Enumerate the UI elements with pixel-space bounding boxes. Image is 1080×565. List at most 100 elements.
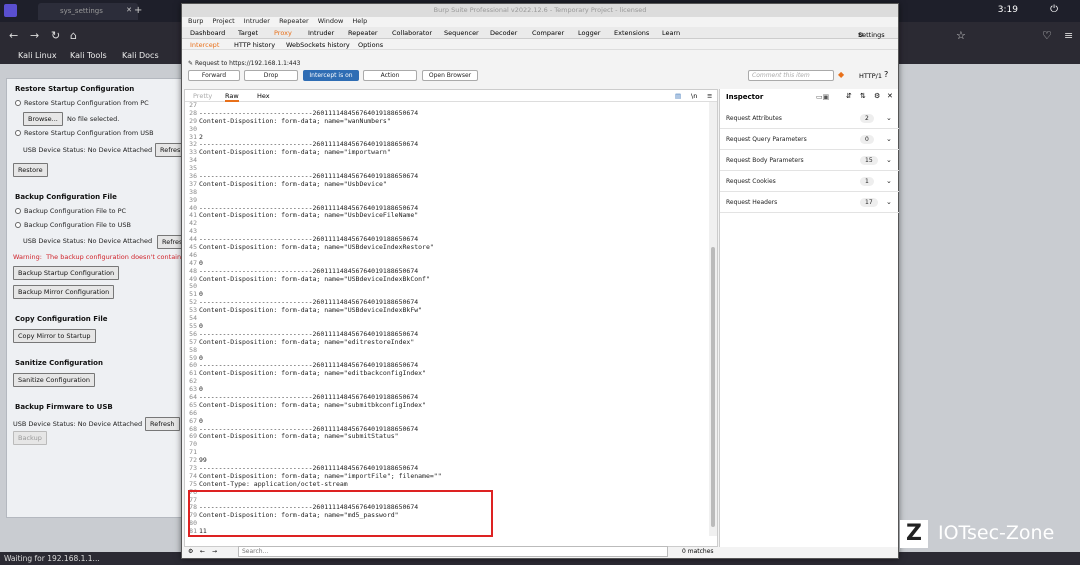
search-prev-icon[interactable]: ← bbox=[200, 548, 205, 555]
inspector-layout-icon[interactable]: ▭▣ bbox=[816, 93, 829, 101]
scrollbar-thumb[interactable] bbox=[711, 247, 715, 527]
tab-learn[interactable]: Learn bbox=[662, 29, 680, 37]
open-browser-button[interactable]: Open Browser bbox=[422, 70, 478, 81]
intercept-toggle[interactable]: Intercept is on bbox=[303, 70, 359, 81]
chevron-down-icon[interactable]: ⌄ bbox=[886, 198, 892, 206]
forward-icon[interactable]: → bbox=[30, 29, 39, 42]
radio-restore-pc[interactable] bbox=[15, 100, 21, 106]
power-icon[interactable]: ⏻ bbox=[1050, 4, 1058, 15]
chevron-down-icon[interactable]: ⌄ bbox=[886, 135, 892, 143]
radio-backup-pc[interactable] bbox=[15, 208, 21, 214]
drop-button[interactable]: Drop bbox=[244, 70, 298, 81]
code-line: 75 Content-Type: application/octet-stream bbox=[185, 480, 707, 489]
help-icon[interactable]: ? bbox=[884, 70, 888, 79]
menu-project[interactable]: Project bbox=[212, 17, 234, 25]
search-input[interactable] bbox=[238, 546, 668, 557]
menu-burp[interactable]: Burp bbox=[188, 17, 203, 25]
tab-logger[interactable]: Logger bbox=[578, 29, 600, 37]
action-button[interactable]: Action bbox=[363, 70, 417, 81]
kali-menu-icon[interactable] bbox=[4, 4, 17, 17]
warning-label: Warning: bbox=[13, 253, 42, 261]
backup-pc-option[interactable]: Backup Configuration File to PC bbox=[15, 207, 126, 215]
radio-backup-usb[interactable] bbox=[15, 222, 21, 228]
forward-button[interactable]: Forward bbox=[188, 70, 240, 81]
editor-menu-icon[interactable]: ≡ bbox=[707, 92, 712, 100]
tab-collaborator[interactable]: Collaborator bbox=[392, 29, 432, 37]
browse-button[interactable]: Browse... bbox=[23, 112, 63, 126]
bookmark-star-icon[interactable]: ☆ bbox=[956, 29, 966, 42]
menu-window[interactable]: Window bbox=[318, 17, 344, 25]
close-tab-icon[interactable]: ✕ bbox=[126, 6, 132, 14]
inspector-close-icon[interactable]: ✕ bbox=[887, 92, 893, 100]
tab-intruder[interactable]: Intruder bbox=[308, 29, 334, 37]
inspector-settings-icon[interactable]: ⚙ bbox=[874, 92, 880, 100]
inspector-row[interactable]: Request Query Parameters 0 ⌄ bbox=[720, 130, 899, 150]
tab-comparer[interactable]: Comparer bbox=[532, 29, 564, 37]
tab-http-history[interactable]: HTTP history bbox=[234, 41, 275, 49]
restore-usb-option[interactable]: Restore Startup Configuration from USB bbox=[15, 129, 154, 137]
inspector-row[interactable]: Request Attributes 2 ⌄ bbox=[720, 109, 899, 129]
inspector-row[interactable]: Request Headers 17 ⌄ bbox=[720, 193, 899, 213]
backup-button[interactable]: Backup bbox=[13, 431, 47, 445]
tab-sequencer[interactable]: Sequencer bbox=[444, 29, 479, 37]
inspector-row[interactable]: Request Cookies 1 ⌄ bbox=[720, 172, 899, 192]
backup-usb-option[interactable]: Backup Configuration File to USB bbox=[15, 221, 131, 229]
backup-mirror-button[interactable]: Backup Mirror Configuration bbox=[13, 285, 115, 299]
line-text: -----------------------------26011114845… bbox=[199, 298, 419, 307]
code-line: 53 Content-Disposition: form-data; name="… bbox=[185, 306, 707, 315]
pencil-icon[interactable]: ✎ bbox=[188, 60, 195, 67]
bookmark-kali-docs[interactable]: Kali Docs bbox=[122, 51, 159, 60]
inspector-collapse-icon[interactable]: ⇅ bbox=[860, 92, 866, 100]
tab-websockets-history[interactable]: WebSockets history bbox=[286, 41, 350, 49]
request-body[interactable]: 27 28 -----------------------------2601111… bbox=[185, 102, 707, 536]
menu-help[interactable]: Help bbox=[352, 17, 367, 25]
tab-repeater[interactable]: Repeater bbox=[348, 29, 378, 37]
comment-field[interactable]: Comment this item bbox=[748, 70, 834, 81]
tab-proxy[interactable]: Proxy bbox=[274, 29, 292, 37]
search-next-icon[interactable]: → bbox=[212, 548, 217, 555]
tab-hex[interactable]: Hex bbox=[257, 92, 270, 100]
new-tab-icon[interactable]: + bbox=[134, 5, 142, 16]
tab-pretty[interactable]: Pretty bbox=[193, 92, 212, 100]
pocket-icon[interactable]: ♡ bbox=[1042, 29, 1052, 42]
code-line: 46 bbox=[185, 251, 707, 260]
tab-dashboard[interactable]: Dashboard bbox=[190, 29, 225, 37]
chevron-down-icon[interactable]: ⌄ bbox=[886, 156, 892, 164]
highlight-icon[interactable]: ◆ bbox=[838, 70, 844, 79]
wrap-icon[interactable]: ▤ bbox=[675, 92, 681, 100]
radio-restore-usb[interactable] bbox=[15, 130, 21, 136]
tab-target[interactable]: Target bbox=[238, 29, 258, 37]
menu-icon[interactable]: ≡ bbox=[1064, 29, 1073, 42]
menu-repeater[interactable]: Repeater bbox=[279, 17, 309, 25]
restore-pc-option[interactable]: Restore Startup Configuration from PC bbox=[15, 99, 149, 107]
browser-tab[interactable]: sys_settings ✕ bbox=[38, 3, 138, 20]
tab-decoder[interactable]: Decoder bbox=[490, 29, 517, 37]
chevron-down-icon[interactable]: ⌄ bbox=[886, 177, 892, 185]
editor-scrollbar[interactable] bbox=[709, 102, 717, 536]
inspector-expand-icon[interactable]: ⇵ bbox=[846, 92, 852, 100]
menu-intruder[interactable]: Intruder bbox=[244, 17, 270, 25]
http-version[interactable]: HTTP/1 bbox=[859, 72, 882, 80]
tab-options[interactable]: Options bbox=[358, 41, 383, 49]
bookmark-kali-tools[interactable]: Kali Tools bbox=[70, 51, 107, 60]
usb-status-2: USB Device Status: No Device Attached bbox=[23, 237, 152, 245]
backup-startup-button[interactable]: Backup Startup Configuration bbox=[13, 266, 120, 280]
chevron-down-icon[interactable]: ⌄ bbox=[886, 114, 892, 122]
tab-intercept[interactable]: Intercept bbox=[190, 41, 219, 49]
restore-title: Restore Startup Configuration bbox=[15, 85, 135, 93]
home-icon[interactable]: ⌂ bbox=[70, 29, 77, 42]
bookmark-kali-linux[interactable]: Kali Linux bbox=[18, 51, 57, 60]
sanitize-button[interactable]: Sanitize Configuration bbox=[13, 373, 95, 387]
copy-mirror-button[interactable]: Copy Mirror to Startup bbox=[13, 329, 96, 343]
reload-icon[interactable]: ↻ bbox=[51, 29, 60, 42]
tab-raw[interactable]: Raw bbox=[225, 92, 239, 102]
line-text: Content-Disposition: form-data; name="ed… bbox=[199, 337, 415, 346]
restore-button[interactable]: Restore bbox=[13, 163, 48, 177]
back-icon[interactable]: ← bbox=[9, 29, 18, 42]
search-settings-icon[interactable]: ⚙ bbox=[188, 548, 193, 555]
tab-extensions[interactable]: Extensions bbox=[614, 29, 649, 37]
newline-icon[interactable]: \n bbox=[691, 92, 697, 100]
refresh-button-3[interactable]: Refresh bbox=[145, 417, 180, 431]
config-panel: Restore Startup Configuration Restore St… bbox=[6, 78, 186, 518]
inspector-row[interactable]: Request Body Parameters 15 ⌄ bbox=[720, 151, 899, 171]
